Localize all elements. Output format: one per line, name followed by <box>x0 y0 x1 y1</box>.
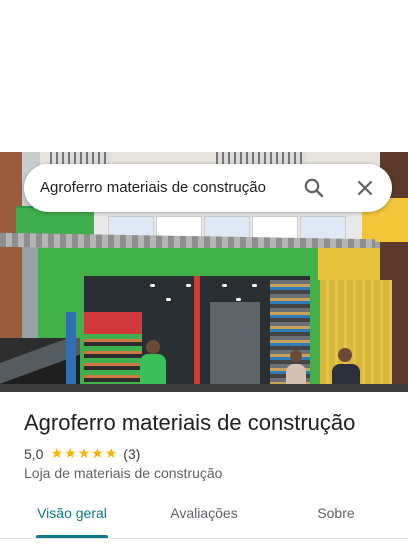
review-count[interactable]: (3) <box>123 446 140 462</box>
place-info-panel: Agroferro materiais de construção 5,0 ★ … <box>0 392 408 544</box>
photo-person-head <box>290 350 302 362</box>
photo-ground <box>0 384 408 392</box>
tab-bar: Visão geral Avaliações Sobre <box>0 498 408 539</box>
star-icon: ★ <box>64 446 77 462</box>
tab-overview[interactable]: Visão geral <box>24 498 120 538</box>
photo-person-head <box>338 348 352 362</box>
photo-person-head <box>146 340 160 354</box>
star-icon: ★ <box>91 446 104 462</box>
star-icon: ★ <box>77 446 91 462</box>
photo-yellow-wall <box>318 248 380 280</box>
rating-row[interactable]: 5,0 ★ ★ ★ ★ ★ (3) <box>24 445 140 463</box>
active-tab-indicator <box>36 535 108 538</box>
search-input[interactable]: Agroferro materiais de construção <box>40 164 266 212</box>
photo-shelf <box>210 302 260 392</box>
search-icon[interactable] <box>302 176 326 200</box>
close-icon[interactable] <box>353 176 377 200</box>
photo-blue-tube <box>66 312 76 392</box>
place-category[interactable]: Loja de materiais de construção <box>24 465 222 481</box>
tab-about[interactable]: Sobre <box>296 498 376 538</box>
photo-red-sign <box>84 312 142 334</box>
tab-reviews[interactable]: Avaliações <box>152 498 256 538</box>
photo-window-grate <box>216 152 306 164</box>
place-title: Agroferro materiais de construção <box>24 410 356 435</box>
search-bar[interactable]: Agroferro materiais de construção <box>24 164 392 212</box>
star-icon: ★ <box>50 446 64 462</box>
rating-stars: ★ ★ ★ ★ ★ <box>50 447 118 461</box>
star-icon: ★ <box>104 446 118 462</box>
rating-value: 5,0 <box>24 446 44 462</box>
blank-map-area <box>0 0 408 152</box>
photo-window-grate <box>50 152 110 164</box>
photo-red-pole <box>194 276 200 392</box>
